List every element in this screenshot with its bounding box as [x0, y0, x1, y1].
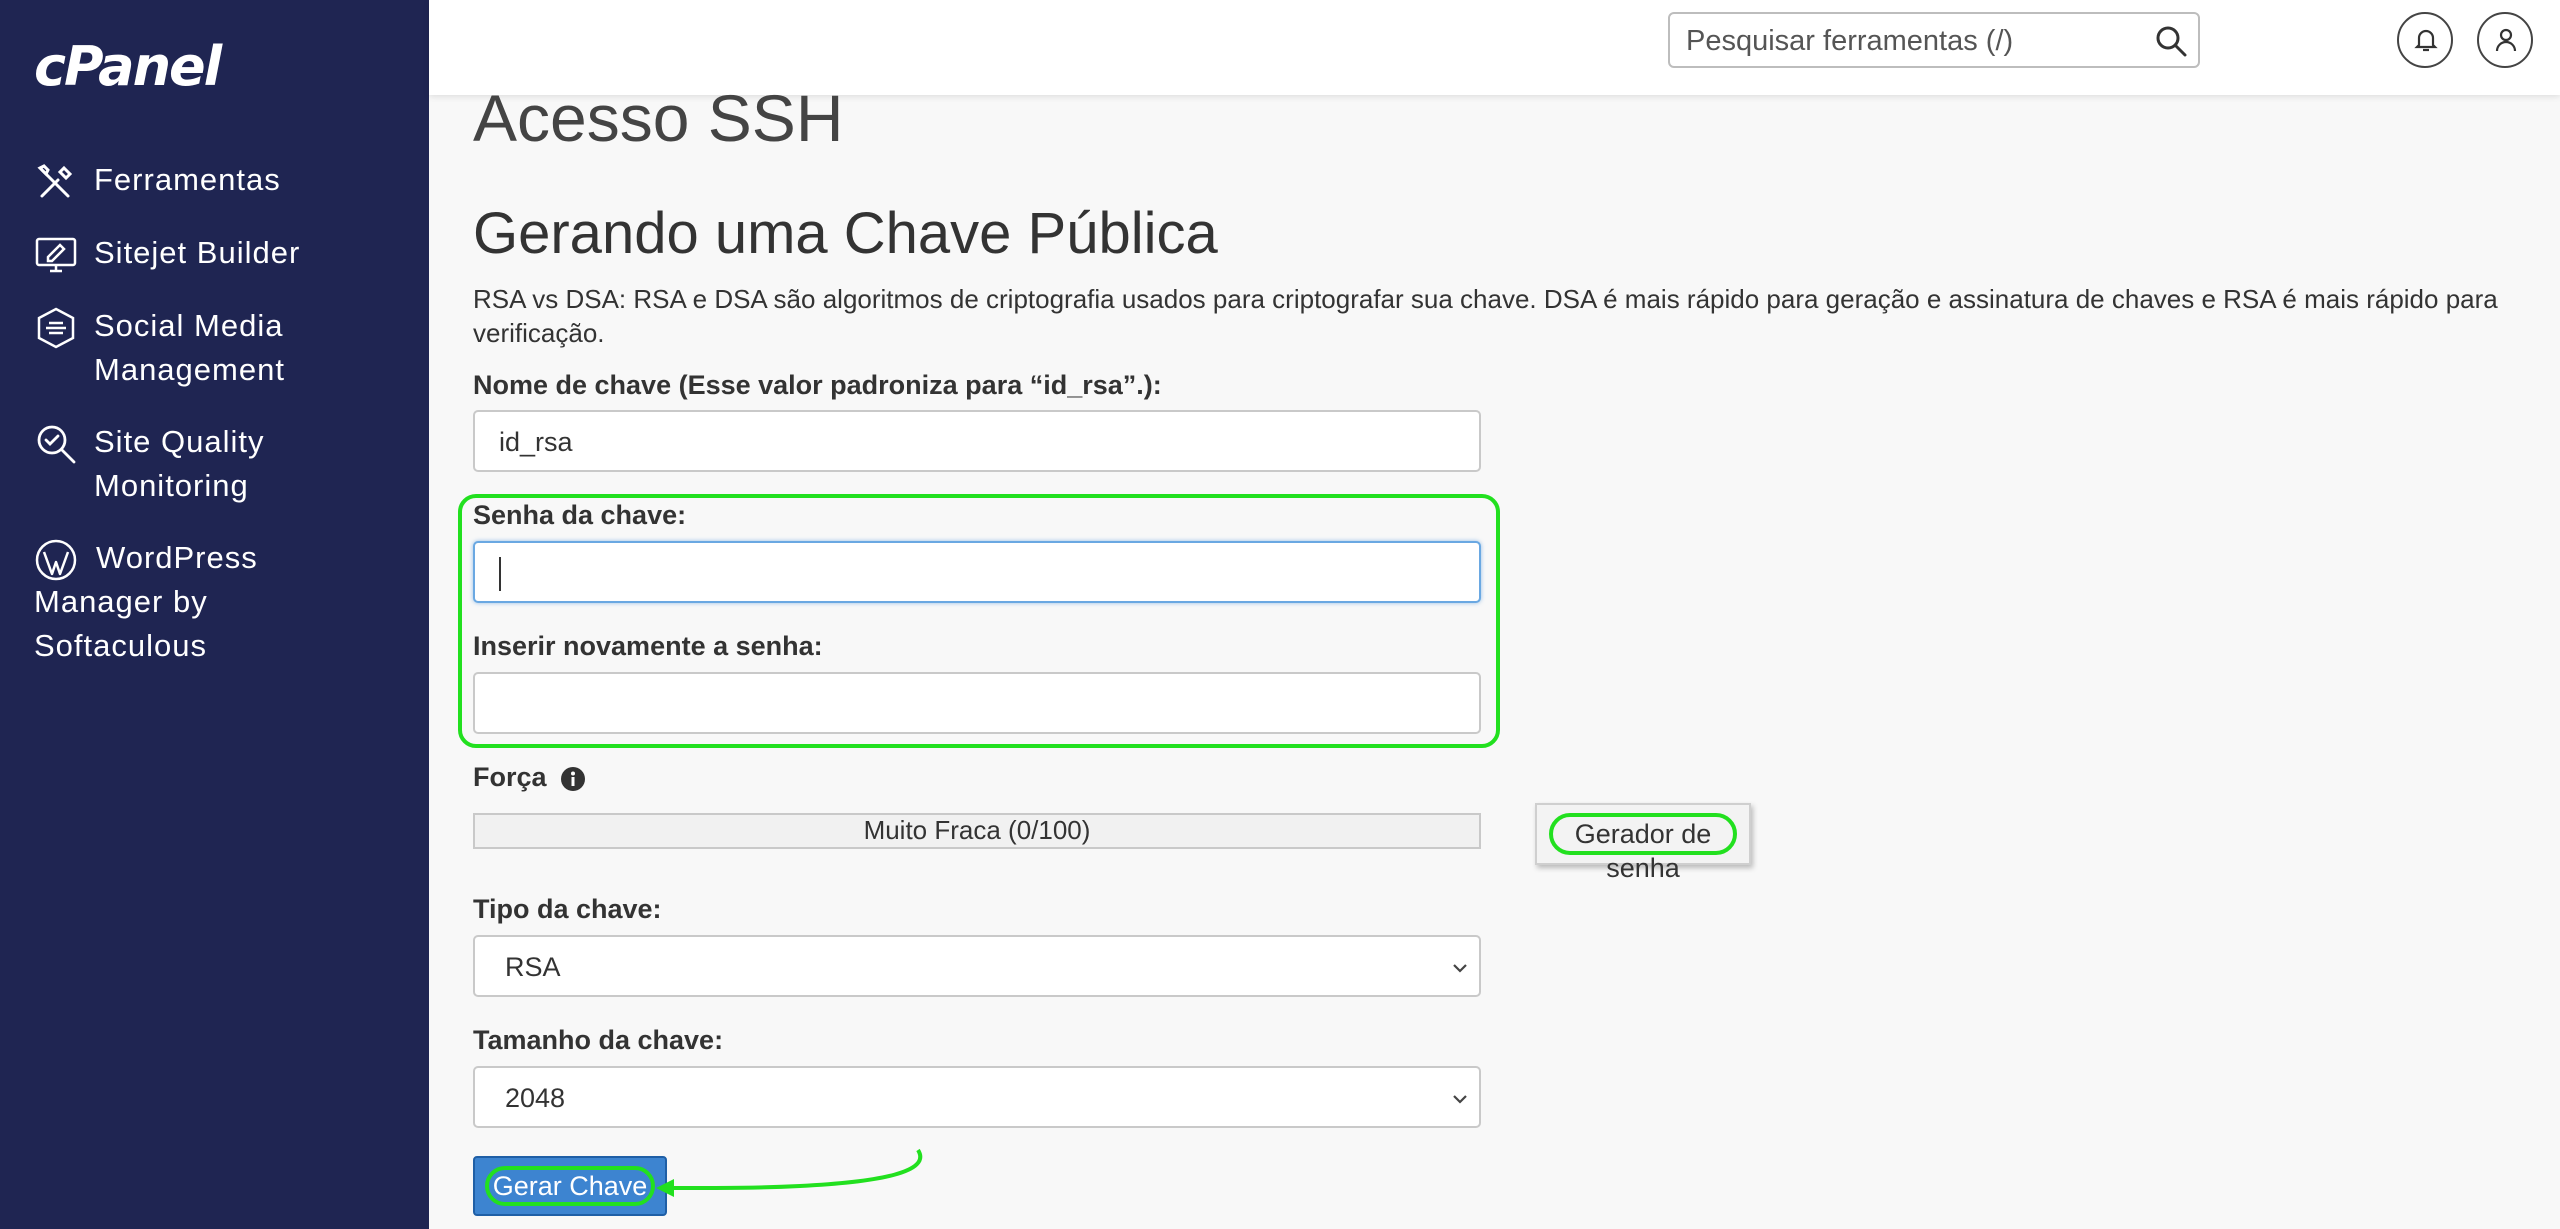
- magnifier-check-icon: [34, 422, 78, 466]
- sidebar: cPanel Ferramentas Sitejet Builder Socia…: [0, 0, 429, 1229]
- sidebar-item-label: WordPress Manager by Softaculous: [34, 540, 258, 663]
- tools-icon: [34, 160, 78, 204]
- key-type-select[interactable]: RSA: [473, 935, 1481, 997]
- sidebar-item-label: Site Quality Monitoring: [94, 424, 265, 503]
- key-name-field: [473, 410, 1481, 472]
- notifications-button[interactable]: [2397, 12, 2453, 68]
- password-strength-meter: Muito Fraca (0/100): [473, 813, 1481, 849]
- user-icon: [2495, 28, 2517, 52]
- search-input[interactable]: [1684, 20, 2128, 62]
- key-type-label: Tipo da chave:: [473, 894, 662, 924]
- search-icon[interactable]: [2154, 24, 2188, 58]
- password-fields-highlight: [458, 494, 1500, 748]
- generate-key-label: Gerar Chave: [485, 1166, 655, 1206]
- generate-key-button[interactable]: Gerar Chave: [473, 1156, 667, 1216]
- social-hexagon-icon: [34, 306, 78, 350]
- key-name-input[interactable]: [497, 422, 1461, 462]
- strength-heading: Força: [473, 760, 586, 794]
- sidebar-item-label: Ferramentas: [94, 162, 281, 197]
- chevron-down-icon: [1453, 964, 1467, 973]
- monitor-edit-icon: [34, 233, 78, 277]
- user-menu-button[interactable]: [2477, 12, 2533, 68]
- chevron-down-icon: [1453, 1095, 1467, 1104]
- password-generator-button[interactable]: Gerador de senha: [1535, 803, 1751, 883]
- bell-icon: [2414, 29, 2438, 52]
- section-title: Gerando uma Chave Pública: [473, 201, 1218, 266]
- key-type-value: RSA: [505, 952, 561, 982]
- annotation-arrow: [656, 1148, 923, 1197]
- key-size-value: 2048: [505, 1083, 566, 1113]
- key-size-select[interactable]: 2048: [473, 1066, 1481, 1128]
- info-icon[interactable]: [560, 766, 586, 792]
- sidebar-item-label: Social Media Management: [94, 308, 285, 387]
- logo-text: cPanel: [34, 35, 222, 98]
- key-name-label: Nome de chave (Esse valor padroniza para…: [473, 370, 1162, 400]
- description-text: RSA vs DSA: RSA e DSA são algoritmos de …: [473, 284, 2498, 348]
- strength-text: Muito Fraca (0/100): [863, 815, 1091, 845]
- key-size-label: Tamanho da chave:: [473, 1025, 724, 1055]
- strength-label: Força: [473, 762, 547, 792]
- sidebar-item-label: Sitejet Builder: [94, 235, 301, 270]
- search-box: [1668, 12, 2200, 68]
- password-generator-label: Gerador de senha: [1549, 813, 1737, 883]
- page-title: Acesso SSH: [473, 81, 844, 155]
- cpanel-logo[interactable]: cPanel: [34, 36, 254, 98]
